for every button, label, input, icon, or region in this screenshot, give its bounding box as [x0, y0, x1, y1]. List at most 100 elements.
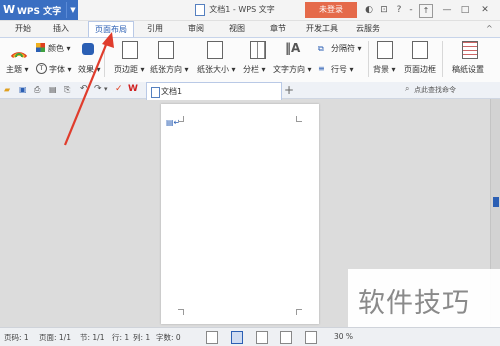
text-direction-button[interactable]: 文字方向 ▾ — [273, 64, 312, 75]
text-direction-icon: ‖A — [285, 41, 301, 55]
background-button[interactable]: 背景 ▾ — [373, 64, 396, 75]
feedback-icon[interactable]: ⊡ — [377, 3, 391, 17]
maximize-icon[interactable]: □ — [458, 3, 472, 17]
orientation-icon — [158, 41, 174, 59]
new-tab-button[interactable]: + — [284, 83, 294, 97]
tab-insert[interactable]: 插入 — [46, 21, 76, 37]
tab-developer[interactable]: 开发工具 — [301, 21, 343, 37]
line-numbers-button[interactable]: 行号 ▾ — [331, 64, 354, 75]
page-borders-icon — [412, 41, 428, 59]
print-preview-icon[interactable]: ▤ — [49, 85, 57, 94]
effects-icon — [82, 43, 94, 55]
breaks-label: 分隔符 — [331, 44, 355, 53]
export-pdf-icon[interactable]: ⎘ — [64, 85, 70, 95]
theme-button[interactable]: 主题 ▾ — [6, 64, 29, 75]
collapse-ribbon-icon[interactable]: ^ — [486, 24, 493, 33]
paper-size-label: 纸张大小 — [197, 65, 229, 74]
colors-icon — [36, 43, 45, 52]
paper-size-button[interactable]: 纸张大小 ▾ — [197, 64, 236, 75]
status-column: 列: 1 — [133, 333, 151, 342]
status-page: 页码: 1 — [4, 333, 29, 342]
text-direction-label: 文字方向 — [273, 65, 305, 74]
columns-button[interactable]: 分栏 ▾ — [243, 64, 266, 75]
page-view-icon[interactable] — [231, 331, 243, 344]
background-label: 背景 — [373, 65, 389, 74]
web-view-icon[interactable] — [280, 331, 292, 344]
columns-label: 分栏 — [243, 65, 259, 74]
save-icon[interactable]: ▣ — [19, 85, 27, 94]
app-name: WPS 文字 — [17, 7, 62, 17]
margins-icon — [122, 41, 138, 59]
colors-label: 颜色 — [48, 44, 64, 53]
login-button[interactable]: 未登录 — [305, 2, 357, 18]
zoom-level[interactable]: 30 % — [334, 332, 353, 341]
open-folder-icon[interactable]: ▰ — [4, 85, 10, 94]
chevron-down-icon[interactable]: ▼ — [66, 2, 79, 18]
manuscript-icon — [462, 41, 478, 59]
margin-corner — [178, 116, 184, 122]
breaks-button[interactable]: 分隔符 ▾ — [331, 43, 362, 54]
status-bar — [0, 327, 500, 346]
print-icon[interactable]: ⎙ — [34, 85, 40, 95]
page-borders-button[interactable]: 页面边框 — [404, 64, 436, 75]
document-tab[interactable]: 文档1 — [146, 82, 282, 100]
effects-label: 效果 — [78, 65, 94, 74]
watermark-text: 软件技巧 — [358, 288, 470, 319]
app-menu-button[interactable]: W WPS 文字 ▼ — [0, 0, 78, 20]
status-word-count: 字数: 0 — [156, 333, 181, 342]
document-icon — [195, 3, 206, 16]
customize-chevron-icon[interactable]: ▾ — [104, 85, 108, 93]
background-icon — [377, 41, 393, 59]
margins-label: 页边距 — [114, 65, 138, 74]
command-search[interactable]: 点此查找命令 — [414, 85, 456, 95]
close-icon[interactable]: ✕ — [478, 3, 492, 17]
paper-size-icon — [207, 41, 223, 59]
tab-page-layout[interactable]: 页面布局 — [88, 21, 134, 38]
wps-logo-icon: W — [3, 3, 16, 16]
full-screen-view-icon[interactable] — [206, 331, 218, 344]
ribbon-page-layout: 主题 ▾ 颜色 ▾ T 字体 ▾ 效果 ▾ 页边距 ▾ 纸张方向 ▾ 纸张大小 … — [0, 37, 500, 83]
ribbon-separator — [104, 41, 105, 77]
ribbon-separator — [368, 41, 369, 77]
watermark: 软件技巧 — [348, 269, 500, 327]
margin-corner — [296, 116, 302, 122]
line-numbers-label: 行号 — [331, 65, 347, 74]
status-pages: 页面: 1/1 — [39, 333, 71, 342]
tab-chapter[interactable]: 章节 — [263, 21, 293, 37]
line-numbers-icon: ≡ — [318, 64, 325, 73]
tab-review[interactable]: 审阅 — [181, 21, 211, 37]
redo-icon[interactable]: ↷ — [94, 84, 102, 94]
tab-home[interactable]: 开始 — [8, 21, 38, 37]
manuscript-settings-button[interactable]: 稿纸设置 — [452, 64, 484, 75]
colors-button[interactable]: 颜色 ▾ — [48, 43, 71, 54]
outline-view-icon[interactable] — [256, 331, 268, 344]
reading-view-icon[interactable] — [305, 331, 317, 344]
undo-icon[interactable]: ↶ — [80, 84, 88, 94]
minimize-icon[interactable]: — — [440, 3, 454, 17]
window-title-area: 文档1 - WPS 文字 — [140, 0, 330, 20]
status-row: 行: 1 — [112, 333, 130, 342]
scroll-thumb[interactable] — [493, 197, 499, 207]
theme-icon — [10, 52, 28, 59]
tab-references[interactable]: 引用 — [140, 21, 170, 37]
spellcheck-icon[interactable]: ✓ — [115, 84, 123, 94]
effects-button[interactable]: 效果 ▾ — [78, 64, 101, 75]
minimize-ribbon-icon[interactable]: - — [404, 3, 418, 17]
tab-cloud[interactable]: 云服务 — [351, 21, 385, 37]
tab-view[interactable]: 视图 — [222, 21, 252, 37]
search-icon[interactable]: ⌕ — [405, 84, 409, 94]
document-page[interactable]: ▤↵ — [161, 104, 319, 324]
restore-window-icon[interactable]: ↑ — [419, 4, 433, 18]
document-icon — [151, 87, 160, 98]
breaks-icon: ⧉ — [318, 44, 324, 53]
margin-corner — [296, 309, 302, 315]
document-tab-label: 文档1 — [161, 87, 183, 96]
orientation-label: 纸张方向 — [150, 65, 182, 74]
ribbon-separator — [442, 41, 443, 77]
wps-home-icon[interactable]: W — [128, 84, 138, 94]
margins-button[interactable]: 页边距 ▾ — [114, 64, 145, 75]
fonts-button[interactable]: 字体 ▾ — [49, 64, 72, 75]
skin-icon[interactable]: ◐ — [362, 3, 376, 17]
fonts-label: 字体 — [49, 65, 65, 74]
orientation-button[interactable]: 纸张方向 ▾ — [150, 64, 189, 75]
